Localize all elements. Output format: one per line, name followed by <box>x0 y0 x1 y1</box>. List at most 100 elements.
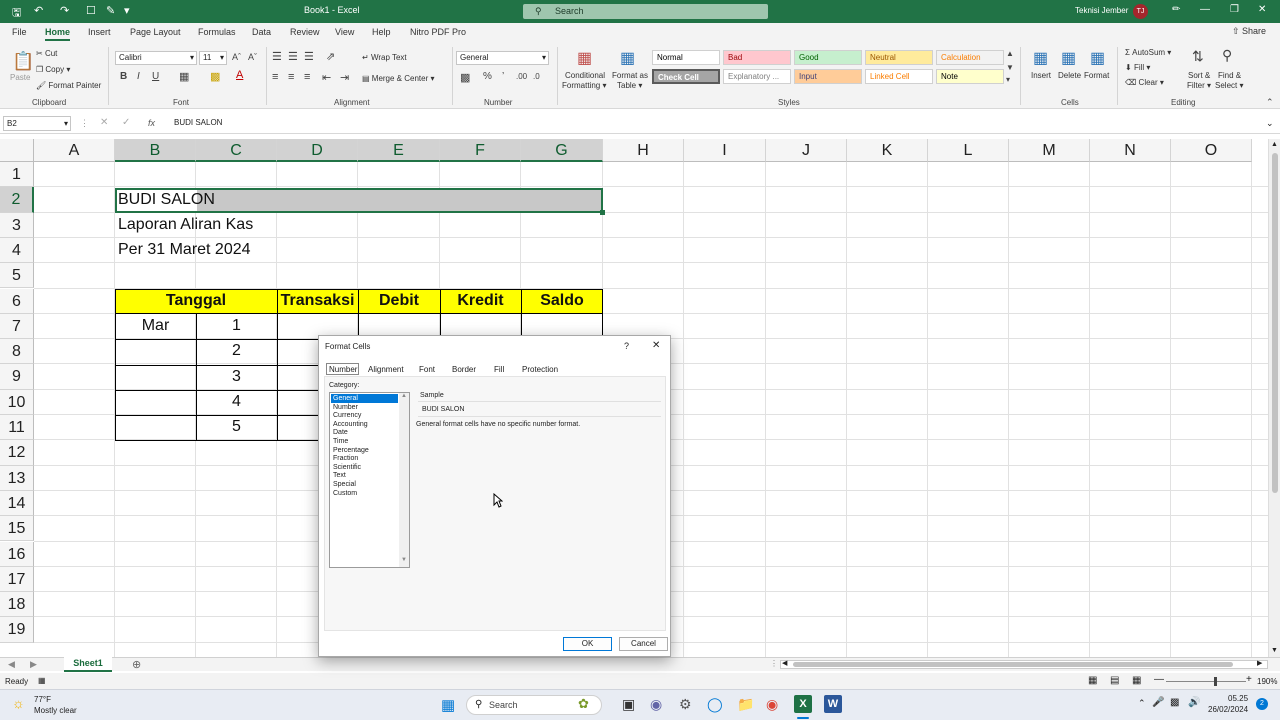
task-view-icon[interactable]: ▣ <box>622 696 635 713</box>
cell-style-check-cell[interactable]: Check Cell <box>652 69 720 84</box>
settings-icon[interactable]: ⚙ <box>679 696 692 713</box>
tab-data[interactable]: Data <box>252 27 271 37</box>
page-break-view-icon[interactable]: ▦ <box>1132 675 1141 686</box>
cell-style-explanatory[interactable]: Explanatory ... <box>723 69 791 84</box>
row-header-2[interactable]: 2 <box>0 187 34 213</box>
font-name-select[interactable]: Calibri ▾ <box>115 51 197 65</box>
tab-page-layout[interactable]: Page Layout <box>130 27 181 37</box>
tab-formulas[interactable]: Formulas <box>198 27 236 37</box>
gallery-more-icon[interactable]: ▾ <box>1006 75 1010 84</box>
align-right-icon[interactable]: ≡ <box>304 71 310 83</box>
row-header-14[interactable]: 14 <box>0 490 34 517</box>
font-size-select[interactable]: 11 ▾ <box>199 51 227 65</box>
new-sheet-icon[interactable]: ⊕ <box>132 658 141 671</box>
user-name[interactable]: Teknisi Jember <box>1075 6 1128 15</box>
tab-nitro[interactable]: Nitro PDF Pro <box>410 27 466 37</box>
decrease-decimal-icon[interactable]: .0 <box>533 72 540 81</box>
format-icon[interactable]: ✎ <box>106 4 115 17</box>
volume-icon[interactable]: 🔊 <box>1188 697 1200 708</box>
notification-badge[interactable]: 2 <box>1256 698 1268 710</box>
dialog-tab-protection[interactable]: Protection <box>522 365 558 374</box>
cell-style-neutral[interactable]: Neutral <box>865 50 933 65</box>
cell-b7[interactable]: Mar <box>115 317 196 335</box>
pen-icon[interactable]: ✏ <box>1172 4 1180 15</box>
next-sheet-icon[interactable]: ▶ <box>30 659 37 670</box>
tab-review[interactable]: Review <box>290 27 320 37</box>
delete-cells-label[interactable]: Delete <box>1058 71 1081 80</box>
accessibility-icon[interactable]: ▦ <box>38 676 46 685</box>
row-header-9[interactable]: 9 <box>0 364 34 390</box>
format-cells-label[interactable]: Format <box>1084 71 1109 80</box>
undo-icon[interactable]: ↶ <box>34 4 43 17</box>
italic-icon[interactable]: I <box>137 71 140 82</box>
cell-style-input[interactable]: Input <box>794 69 862 84</box>
edge-icon[interactable]: ◯ <box>707 696 723 713</box>
find-select-label[interactable]: Find & <box>1218 71 1241 80</box>
row-header-7[interactable]: 7 <box>0 313 34 340</box>
cell-c9[interactable]: 3 <box>196 368 277 386</box>
insert-function-icon[interactable]: fx <box>148 118 155 128</box>
zoom-slider-thumb[interactable] <box>1214 677 1217 686</box>
align-top-icon[interactable]: ☰ <box>272 50 282 63</box>
fill-color-icon[interactable]: ▩ <box>210 70 220 83</box>
orientation-icon[interactable]: ⇗ <box>326 50 335 63</box>
cell-b3[interactable]: Laporan Aliran Kas <box>118 216 253 234</box>
row-header-1[interactable]: 1 <box>0 162 34 188</box>
fill-handle[interactable] <box>600 210 605 215</box>
row-header-13[interactable]: 13 <box>0 465 34 491</box>
cell-b4[interactable]: Per 31 Maret 2024 <box>118 241 251 259</box>
cancel-icon[interactable]: ✕ <box>100 117 108 128</box>
column-header-j[interactable]: J <box>766 139 847 162</box>
column-header-d[interactable]: D <box>277 139 358 162</box>
sort-filter-label[interactable]: Sort & <box>1188 71 1210 80</box>
insert-cells-icon[interactable]: ▦ <box>1033 48 1048 68</box>
column-header-n[interactable]: N <box>1090 139 1171 162</box>
scroll-right-icon[interactable]: ▶ <box>1257 659 1262 667</box>
file-explorer-icon[interactable]: 📁 <box>737 696 754 713</box>
row-header-18[interactable]: 18 <box>0 592 34 618</box>
row-header-4[interactable]: 4 <box>0 237 34 264</box>
expand-formula-icon[interactable]: ⌄ <box>1266 118 1274 129</box>
format-as-table-label[interactable]: Format as <box>612 71 648 80</box>
row-header-11[interactable]: 11 <box>0 415 34 441</box>
scroll-up-icon[interactable]: ▲ <box>401 393 407 399</box>
excel-icon[interactable]: X <box>794 695 812 713</box>
chrome-icon[interactable]: ◉ <box>766 696 778 713</box>
align-bottom-icon[interactable]: ☰ <box>304 50 314 63</box>
column-header-f[interactable]: F <box>440 139 521 162</box>
more-tabs-icon[interactable]: ⋮ <box>770 659 778 668</box>
decrease-indent-icon[interactable]: ⇤ <box>322 71 331 84</box>
percent-icon[interactable]: % <box>483 71 492 82</box>
format-cells-icon[interactable]: ▦ <box>1090 48 1105 68</box>
cell-style-calculation[interactable]: Calculation <box>936 50 1004 65</box>
grow-font-icon[interactable]: Aˆ <box>232 52 241 62</box>
cell-style-note[interactable]: Note <box>936 69 1004 84</box>
dialog-tab-alignment[interactable]: Alignment <box>368 365 404 374</box>
prev-sheet-icon[interactable]: ◀ <box>8 659 15 670</box>
word-icon[interactable]: W <box>824 695 842 713</box>
row-header-8[interactable]: 8 <box>0 339 34 365</box>
find-select-label-2[interactable]: Select ▾ <box>1215 81 1243 90</box>
cell-c7[interactable]: 1 <box>196 317 277 335</box>
row-header-12[interactable]: 12 <box>0 440 34 466</box>
start-icon[interactable]: ▦ <box>441 696 455 714</box>
share-button[interactable]: ⇧ Share <box>1232 26 1266 37</box>
cell-c10[interactable]: 4 <box>196 393 277 411</box>
scroll-left-icon[interactable]: ◀ <box>782 659 787 667</box>
tab-file[interactable]: File <box>12 27 27 37</box>
minimize-icon[interactable]: — <box>1200 4 1210 15</box>
paste-label[interactable]: Paste <box>10 73 30 82</box>
align-left-icon[interactable]: ≡ <box>272 71 278 83</box>
scroll-down-icon[interactable]: ▼ <box>401 557 407 563</box>
header-transaksi[interactable]: Transaksi <box>277 292 358 310</box>
microphone-icon[interactable]: 🎤 <box>1152 697 1164 708</box>
column-header-g[interactable]: G <box>521 139 603 162</box>
column-header-b[interactable]: B <box>115 139 196 162</box>
column-header-l[interactable]: L <box>928 139 1009 162</box>
cell-b2[interactable]: BUDI SALON <box>118 191 215 209</box>
select-all-corner[interactable] <box>0 139 34 162</box>
cell-style-normal[interactable]: Normal <box>652 50 720 65</box>
cut-button[interactable]: ✂ Cut <box>36 49 57 58</box>
cell-style-bad[interactable]: Bad <box>723 50 791 65</box>
customize-qat-icon[interactable]: ▾ <box>124 4 130 17</box>
